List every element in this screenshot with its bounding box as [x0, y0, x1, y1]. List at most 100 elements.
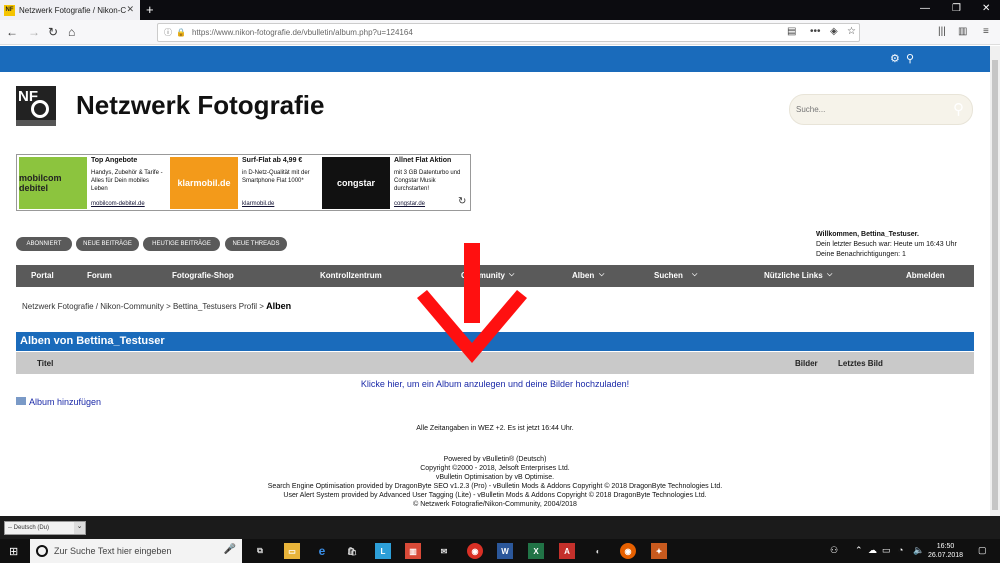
ad-mobilcom[interactable]: mobilcom debitel Top Angebote Handys, Zu… [19, 157, 169, 209]
reload-icon[interactable]: ↻ [48, 25, 58, 39]
refresh-ads-icon[interactable]: ↻ [458, 196, 466, 207]
ad-image[interactable]: congstar [322, 157, 390, 209]
logo-lens-icon [31, 100, 49, 118]
chevron-down-icon[interactable]: ⌄ [74, 522, 85, 534]
url-text: https://www.nikon-fotografie.de/vbulleti… [191, 28, 413, 37]
show-hidden-icons-icon[interactable]: ⌃ [855, 545, 863, 556]
timezone-info: Alle Zeitangaben in WEZ +2. Es ist jetzt… [416, 425, 574, 432]
site-search[interactable]: ⚲ [789, 94, 973, 125]
column-title: Titel [37, 359, 54, 368]
nav-portal[interactable]: Portal [31, 271, 54, 280]
ad-image[interactable]: klarmobil.de [170, 157, 238, 209]
page-scrollbar[interactable] [990, 46, 1000, 516]
minimize-window-button[interactable]: — [920, 3, 930, 14]
subscribed-button[interactable]: ABONNIERT [16, 237, 72, 251]
ad-klarmobil[interactable]: klarmobil.de Surf-Flat ab 4,99 € in D-Ne… [170, 157, 320, 209]
menu-icon[interactable]: ≡ [983, 26, 989, 37]
mail-icon[interactable]: ✉ [436, 543, 452, 559]
taskbar-clock[interactable]: 16:50 26.07.2018 [928, 542, 963, 560]
forward-icon[interactable]: → [28, 25, 40, 39]
red-arrow-annotation [417, 243, 527, 363]
add-album-label[interactable]: Album hinzufügen [29, 397, 101, 407]
browser-tab[interactable]: NF Netzwerk Fotografie / Nikon-C ✕ [0, 0, 140, 20]
sidebar-icon[interactable]: ▥ [958, 26, 967, 37]
new-posts-button[interactable]: NEUE BEITRÄGE [76, 237, 139, 251]
edge-icon[interactable]: e [314, 543, 330, 559]
notifications-icon[interactable]: ▢ [978, 545, 987, 556]
ad-title: Surf-Flat ab 4,99 € [242, 157, 303, 164]
battery-icon[interactable]: ▭ [882, 545, 891, 556]
back-icon[interactable]: ← [6, 25, 18, 39]
nav-useful-links[interactable]: Nützliche Links [764, 271, 823, 280]
acrobat-icon[interactable]: A [559, 543, 575, 559]
ad-link[interactable]: congstar.de [394, 201, 425, 207]
ad-link[interactable]: klarmobil.de [242, 201, 274, 207]
breadcrumb-current: Alben [266, 301, 292, 311]
language-bar [0, 516, 1000, 539]
site-top-bar: ⚙ ⚲ [0, 46, 990, 72]
user-icon[interactable]: ⚲ [906, 52, 914, 65]
app-l-icon[interactable]: L [375, 543, 391, 559]
close-tab-icon[interactable]: ✕ [126, 4, 134, 15]
logo-footer-stripe [16, 120, 56, 126]
footer-line: Powered by vBulletin® (Deutsch) [443, 456, 547, 463]
network-icon[interactable]: ◔ [898, 545, 903, 555]
column-last-image: Letztes Bild [838, 359, 883, 368]
nav-logout[interactable]: Abmelden [906, 271, 945, 280]
language-select[interactable]: -- Deutsch (Du) ⌄ [4, 521, 86, 535]
taskbar-search[interactable]: Zur Suche Text hier eingeben 🎤 [30, 539, 242, 563]
info-icon[interactable]: ⓘ [164, 27, 172, 38]
nav-control-center[interactable]: Kontrollzentrum [320, 271, 382, 280]
windows-start-icon[interactable]: ⊞ [9, 545, 18, 558]
url-bar[interactable]: ⓘ 🔒 https://www.nikon-fotografie.de/vbul… [157, 23, 860, 42]
app-orange-icon[interactable]: ✦ [651, 543, 667, 559]
browser-navigation-bar: ← → ↻ ⌂ ⓘ 🔒 https://www.nikon-fotografie… [0, 20, 1000, 45]
todays-posts-button[interactable]: HEUTIGE BEITRÄGE [143, 237, 220, 251]
excel-icon[interactable]: X [528, 543, 544, 559]
ad-congstar[interactable]: congstar Allnet Flat Aktion mit 3 GB Dat… [322, 157, 472, 209]
breadcrumb-profile[interactable]: Bettina_Testusers Profil [173, 302, 257, 311]
firefox-icon[interactable]: ◉ [620, 543, 636, 559]
nav-forum[interactable]: Forum [87, 271, 112, 280]
app-red-icon[interactable]: ▥ [405, 543, 421, 559]
scrollbar-thumb[interactable] [992, 60, 998, 510]
bookmark-star-icon[interactable]: ☆ [847, 26, 856, 37]
cloud-icon[interactable]: ☁ [868, 545, 877, 556]
store-icon[interactable]: 🛍 [344, 543, 360, 559]
site-logo[interactable]: NF [16, 86, 56, 126]
create-album-link[interactable]: Klicke hier, um ein Album anzulegen und … [0, 379, 990, 389]
nav-albums[interactable]: Alben [572, 271, 594, 280]
new-threads-button[interactable]: NEUE THREADS [225, 237, 287, 251]
word-icon[interactable]: W [497, 543, 513, 559]
library-icon[interactable]: ||| [938, 26, 946, 37]
settings-gear-icon[interactable]: ⚙ [890, 52, 900, 65]
site-search-input[interactable] [796, 95, 946, 124]
camera-app-icon[interactable]: ◐ [590, 543, 606, 559]
task-view-icon[interactable]: ⧉ [252, 543, 268, 559]
ad-description: Handys, Zubehör & Tarife - Alles für Dei… [91, 170, 163, 192]
breadcrumb-home[interactable]: Netzwerk Fotografie / Nikon-Community [22, 302, 164, 311]
nav-search[interactable]: Suchen [654, 271, 683, 280]
site-title: Netzwerk Fotografie [76, 90, 325, 120]
people-icon[interactable]: ⚇ [830, 545, 838, 556]
microphone-icon[interactable]: 🎤 [224, 544, 236, 555]
maximize-window-button[interactable]: ❐ [952, 3, 961, 14]
pocket-icon[interactable]: ◈ [830, 26, 838, 37]
welcome-text[interactable]: Willkommen, Bettina_Testuser. [816, 230, 957, 240]
reader-view-icon[interactable]: ▤ [787, 26, 796, 37]
notifications-text[interactable]: Deine Benachrichtigungen: 1 [816, 250, 957, 260]
nav-shop[interactable]: Fotografie-Shop [172, 271, 234, 280]
close-window-button[interactable]: ✕ [982, 3, 990, 14]
ad-link[interactable]: mobilcom-debitel.de [91, 201, 145, 207]
volume-icon[interactable]: 🔈 [913, 545, 924, 556]
file-explorer-icon[interactable]: ▭ [284, 543, 300, 559]
search-icon[interactable]: ⚲ [953, 100, 964, 118]
page-actions-icon[interactable]: ••• [810, 26, 821, 37]
chrome-icon[interactable]: ◉ [467, 543, 483, 559]
ad-image[interactable]: mobilcom debitel [19, 157, 87, 209]
page-footer: Powered by vBulletin® (Deutsch) Copyrigh… [0, 455, 990, 509]
cortana-icon [36, 545, 48, 557]
home-icon[interactable]: ⌂ [68, 25, 75, 39]
new-tab-button[interactable]: + [146, 2, 154, 17]
add-album-link[interactable]: Album hinzufügen [16, 397, 101, 407]
